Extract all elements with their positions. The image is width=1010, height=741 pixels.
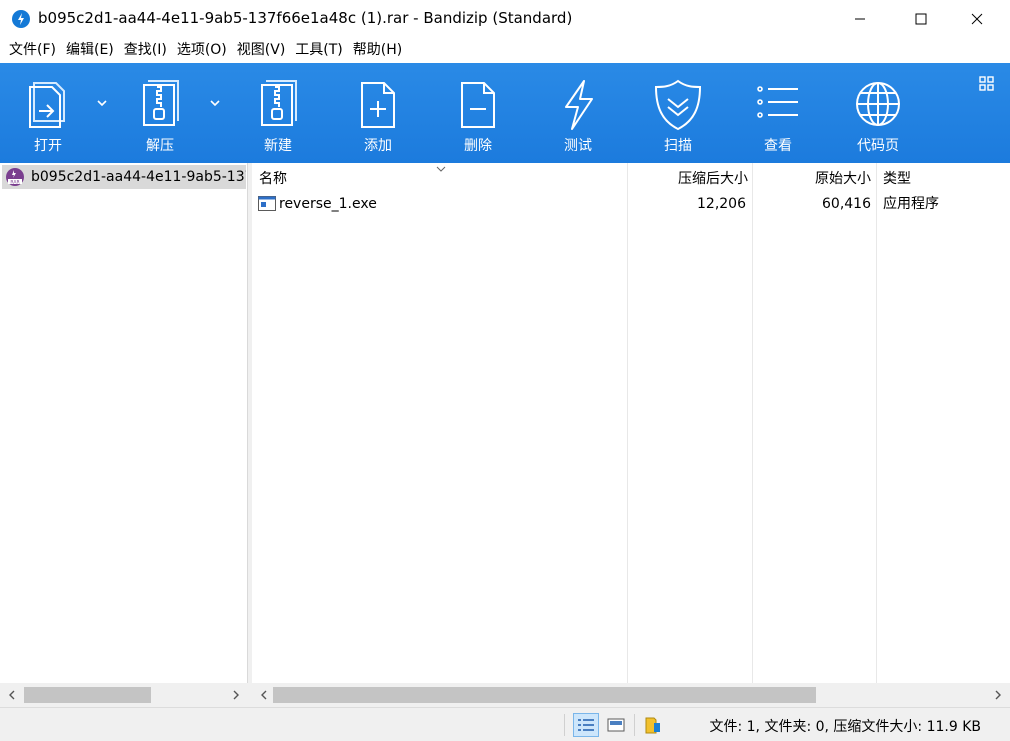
- column-divider[interactable]: [627, 163, 628, 683]
- column-divider[interactable]: [752, 163, 753, 683]
- scroll-right-button[interactable]: [226, 683, 246, 707]
- column-header-compressed[interactable]: 压缩后大小: [628, 163, 748, 193]
- exe-file-icon: [258, 196, 276, 211]
- column-header-compressed-label: 压缩后大小: [678, 171, 748, 187]
- test-lightning-icon: [565, 80, 593, 130]
- scan-button[interactable]: 扫描: [632, 63, 724, 163]
- chevron-left-icon: [9, 690, 15, 700]
- row-type: 应用程序: [883, 196, 939, 212]
- thumbnail-view-icon: [607, 718, 625, 732]
- list-horizontal-scrollbar[interactable]: [252, 683, 1010, 707]
- chevron-right-icon: [995, 690, 1001, 700]
- menu-view[interactable]: 视图(V): [232, 38, 291, 63]
- folder-lock-button[interactable]: [640, 713, 666, 737]
- extract-icon: [143, 80, 179, 126]
- new-button[interactable]: 新建: [232, 63, 324, 163]
- extract-dropdown-chevron-icon[interactable]: [207, 93, 223, 113]
- sort-chevron-icon: [436, 166, 446, 172]
- column-divider[interactable]: [876, 163, 877, 683]
- menu-options[interactable]: 选项(O): [172, 38, 232, 63]
- scroll-left-button[interactable]: [254, 683, 274, 707]
- title-bar: b095c2d1-aa44-4e11-9ab5-137f66e1a48c (1)…: [0, 0, 1010, 38]
- delete-file-icon: [461, 82, 495, 128]
- add-file-icon: [361, 82, 395, 128]
- add-label: 添加: [364, 138, 392, 154]
- column-header-type[interactable]: 类型: [883, 163, 1003, 193]
- status-separator: [634, 714, 635, 736]
- scroll-thumb[interactable]: [273, 687, 816, 703]
- maximize-icon: [915, 13, 927, 25]
- test-label: 测试: [564, 138, 592, 154]
- scroll-left-button[interactable]: [2, 683, 22, 707]
- close-button[interactable]: [954, 0, 1000, 38]
- folder-lock-icon: [645, 717, 660, 734]
- open-dropdown-chevron-icon[interactable]: [94, 93, 110, 113]
- status-separator: [564, 714, 565, 736]
- scan-label: 扫描: [664, 138, 692, 154]
- delete-label: 删除: [464, 138, 492, 154]
- tree-horizontal-scrollbar[interactable]: [0, 683, 248, 707]
- details-view-button[interactable]: [573, 713, 599, 737]
- close-icon: [971, 13, 983, 25]
- tree-item-archive[interactable]: RAR b095c2d1-aa44-4e11-9ab5-137f66e1a48c…: [2, 165, 246, 189]
- menu-tools[interactable]: 工具(T): [290, 38, 347, 63]
- toolbar: 打开 解压 新建 添加 删除 测试 扫描 查看 代码页: [0, 63, 1010, 163]
- menu-bar: 文件(F) 编辑(E) 查找(I) 选项(O) 视图(V) 工具(T) 帮助(H…: [0, 38, 1010, 63]
- column-header-name-label: 名称: [259, 171, 287, 187]
- row-compressed-size: 12,206: [697, 196, 746, 212]
- delete-button[interactable]: 删除: [432, 63, 524, 163]
- status-bar: 文件: 1, 文件夹: 0, 压缩文件大小: 11.9 KB: [0, 707, 1010, 741]
- file-list: 名称 压缩后大小 原始大小 类型 reverse_1.exe 12,206 60…: [252, 163, 1010, 707]
- codepage-button[interactable]: 代码页: [832, 63, 924, 163]
- open-archive-icon: [29, 82, 65, 128]
- row-name: reverse_1.exe: [279, 196, 377, 212]
- status-text: 文件: 1, 文件夹: 0, 压缩文件大小: 11.9 KB: [709, 719, 981, 735]
- row-original-size: 60,416: [822, 196, 871, 212]
- layout-toggle-icon[interactable]: [978, 75, 996, 93]
- details-view-icon: [578, 719, 594, 731]
- window-title: b095c2d1-aa44-4e11-9ab5-137f66e1a48c (1)…: [38, 9, 573, 27]
- minimize-button[interactable]: [837, 0, 883, 38]
- folder-tree: RAR b095c2d1-aa44-4e11-9ab5-137f66e1a48c…: [0, 163, 248, 707]
- new-label: 新建: [264, 138, 292, 154]
- thumbnail-view-button[interactable]: [603, 713, 629, 737]
- view-list-icon: [757, 86, 798, 118]
- scroll-right-button[interactable]: [988, 683, 1008, 707]
- open-button[interactable]: 打开: [2, 63, 94, 163]
- table-row[interactable]: reverse_1.exe 12,206 60,416 应用程序: [252, 193, 1010, 215]
- codepage-label: 代码页: [857, 138, 899, 154]
- extract-button[interactable]: 解压: [114, 63, 206, 163]
- extract-label: 解压: [146, 138, 174, 154]
- chevron-right-icon: [233, 690, 239, 700]
- add-button[interactable]: 添加: [332, 63, 424, 163]
- scan-shield-icon: [654, 79, 702, 131]
- rar-archive-icon: RAR: [6, 168, 24, 186]
- codepage-globe-icon: [856, 82, 900, 126]
- maximize-button[interactable]: [898, 0, 944, 38]
- column-header-type-label: 类型: [883, 171, 911, 187]
- view-button[interactable]: 查看: [732, 63, 824, 163]
- menu-file[interactable]: 文件(F): [4, 38, 61, 63]
- scroll-thumb[interactable]: [24, 687, 151, 703]
- open-label: 打开: [34, 138, 62, 154]
- menu-help[interactable]: 帮助(H): [348, 38, 407, 63]
- minimize-icon: [855, 18, 865, 20]
- bandizip-logo-icon: [12, 10, 30, 28]
- test-button[interactable]: 测试: [532, 63, 624, 163]
- chevron-left-icon: [261, 690, 267, 700]
- column-header-original-label: 原始大小: [815, 171, 871, 187]
- view-label: 查看: [764, 138, 792, 154]
- column-header-original[interactable]: 原始大小: [753, 163, 871, 193]
- new-archive-icon: [261, 80, 297, 126]
- svg-text:RAR: RAR: [10, 179, 20, 185]
- menu-edit[interactable]: 编辑(E): [61, 38, 119, 63]
- tree-item-label: b095c2d1-aa44-4e11-9ab5-137f66e1a48c (1)…: [31, 169, 246, 185]
- menu-find[interactable]: 查找(I): [119, 38, 172, 63]
